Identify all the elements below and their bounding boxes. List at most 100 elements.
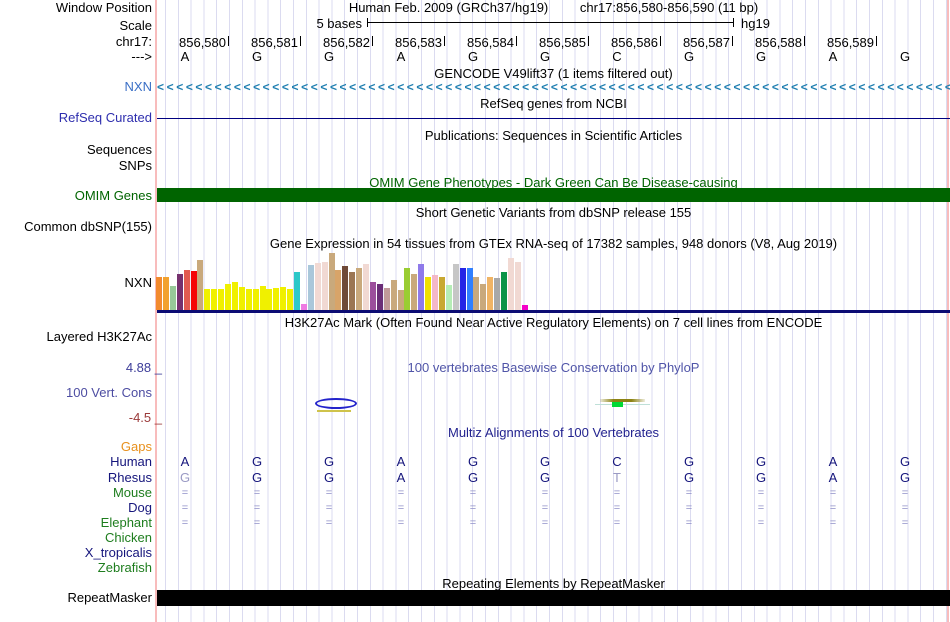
- alignment-base: G: [683, 470, 695, 485]
- gtex-expression-bar-chart[interactable]: [156, 253, 536, 310]
- gtex-tissue-bar: [404, 268, 411, 310]
- gtex-tissue-bar: [376, 284, 383, 310]
- track-label-omim-genes[interactable]: OMIM Genes: [75, 189, 152, 203]
- scale-bar-right-tick: [733, 18, 734, 27]
- gtex-tissue-bar: [452, 264, 459, 310]
- track-label-gtex-nxn[interactable]: NXN: [125, 276, 152, 290]
- alignment-base: A: [396, 454, 406, 469]
- assembly-title: Human Feb. 2009 (GRCh37/hg19): [348, 0, 549, 15]
- gtex-tissue-bar: [411, 274, 418, 310]
- gtex-tissue-bar: [335, 270, 342, 310]
- phylop-score-underline: [317, 410, 351, 412]
- alignment-gap-symbol: =: [253, 517, 261, 529]
- track-label-layered-h3k27ac[interactable]: Layered H3K27Ac: [46, 330, 152, 344]
- reference-base: A: [396, 49, 406, 64]
- coordinate-tick: [876, 36, 877, 46]
- gtex-tissue-bar: [356, 268, 363, 310]
- label-chrom: chr17:: [115, 34, 152, 49]
- dbsnp-track-title: Short Genetic Variants from dbSNP releas…: [415, 205, 692, 220]
- alignment-base: A: [396, 470, 406, 485]
- track-label-sequences[interactable]: Sequences: [87, 143, 152, 157]
- multiz-row-label-human[interactable]: Human: [110, 455, 152, 469]
- gtex-tissue-bar: [383, 288, 390, 310]
- multiz-row-label-gaps[interactable]: Gaps: [121, 440, 152, 454]
- gtex-tissue-bar: [169, 286, 176, 310]
- gtex-tissue-bar: [425, 277, 432, 310]
- repeatmasker-element-bar[interactable]: [157, 590, 950, 606]
- reference-base: G: [683, 49, 695, 64]
- gtex-tissue-bar: [494, 278, 501, 310]
- multiz-row-label-mouse[interactable]: Mouse: [113, 486, 152, 500]
- track-label-repeatmasker[interactable]: RepeatMasker: [67, 591, 152, 605]
- alignment-base: A: [180, 454, 190, 469]
- gtex-tissue-bar: [459, 268, 466, 310]
- alignment-base: G: [755, 454, 767, 469]
- track-label-refseq-curated[interactable]: RefSeq Curated: [59, 111, 152, 125]
- multiz-row-label-chicken[interactable]: Chicken: [105, 531, 152, 545]
- gtex-tissue-bar: [432, 275, 438, 310]
- phylop-negative-score-glyph[interactable]: [315, 398, 357, 409]
- alignment-gap-symbol: =: [829, 487, 837, 499]
- gtex-tissue-bar: [342, 266, 349, 310]
- phylop-min-value: -4.5 _: [128, 410, 162, 425]
- gtex-tissue-bar: [314, 263, 321, 310]
- omim-gene-bar[interactable]: [157, 188, 950, 202]
- alignment-base: G: [179, 470, 191, 485]
- position-title: chr17:856,580-856,590 (11 bp): [579, 0, 759, 15]
- coordinate-label: 856,584: [467, 35, 514, 50]
- gtex-tissue-bar: [287, 289, 294, 310]
- alignment-base: G: [539, 454, 551, 469]
- alignment-gap-symbol: =: [613, 502, 621, 514]
- alignment-gap-symbol: =: [325, 487, 333, 499]
- multiz-row-label-x-tropicalis[interactable]: X_tropicalis: [85, 546, 152, 560]
- alignment-base: G: [683, 454, 695, 469]
- coordinate-label: 856,588: [755, 35, 802, 50]
- multiz-row-label-zebrafish[interactable]: Zebrafish: [98, 561, 152, 575]
- gtex-tissue-bar: [176, 274, 183, 310]
- alignment-gap-symbol: =: [181, 502, 189, 514]
- multiz-row-label-elephant[interactable]: Elephant: [101, 516, 152, 530]
- gtex-tissue-bar: [445, 285, 452, 310]
- header-title: Human Feb. 2009 (GRCh37/hg19) chr17:856,…: [157, 1, 950, 15]
- alignment-base: G: [323, 470, 335, 485]
- gtex-tissue-bar: [328, 253, 335, 310]
- reference-base: G: [251, 49, 263, 64]
- multiz-row-label-rhesus[interactable]: Rhesus: [108, 471, 152, 485]
- track-label-gencode-nxn[interactable]: NXN: [125, 80, 152, 94]
- alignment-gap-symbol: =: [541, 502, 549, 514]
- refseq-curated-gene-line[interactable]: [157, 118, 950, 119]
- alignment-gap-symbol: =: [253, 502, 261, 514]
- track-label-100-vert-cons[interactable]: 100 Vert. Cons: [66, 386, 152, 400]
- alignment-base: G: [467, 454, 479, 469]
- gtex-tissue-bar: [211, 289, 218, 310]
- nxn-gene-strand-arrows[interactable]: <<<<<<<<<<<<<<<<<<<<<<<<<<<<<<<<<<<<<<<<…: [157, 80, 950, 94]
- gtex-tissue-bar: [245, 289, 252, 310]
- alignment-base: G: [323, 454, 335, 469]
- coordinate-label: 856,586: [611, 35, 658, 50]
- alignment-gap-symbol: =: [901, 517, 909, 529]
- label-scale: Scale: [119, 18, 152, 33]
- alignment-gap-symbol: =: [541, 517, 549, 529]
- scale-value: 5 bases: [316, 16, 362, 31]
- reference-base: A: [180, 49, 190, 64]
- track-label-common-dbsnp[interactable]: Common dbSNP(155): [24, 220, 152, 234]
- reference-base: G: [467, 49, 479, 64]
- gtex-tissue-bar: [190, 271, 197, 310]
- gtex-tissue-bar: [238, 287, 245, 310]
- gtex-tissue-bar: [307, 265, 314, 310]
- gtex-tissue-bar: [418, 264, 425, 310]
- phylop-track-title: 100 vertebrates Basewise Conservation by…: [407, 360, 700, 375]
- gencode-track-title: GENCODE V49lift37 (1 items filtered out): [434, 66, 673, 81]
- gtex-tissue-bar: [321, 262, 328, 310]
- alignment-gap-symbol: =: [829, 502, 837, 514]
- gtex-tissue-bar: [252, 289, 259, 310]
- track-label-snps[interactable]: SNPs: [119, 159, 152, 173]
- alignment-gap-symbol: =: [901, 502, 909, 514]
- scale-bar-left-tick: [367, 18, 368, 27]
- alignment-base: C: [612, 454, 622, 469]
- alignment-gap-symbol: =: [469, 502, 477, 514]
- alignment-gap-symbol: =: [397, 487, 405, 499]
- alignment-base: A: [828, 470, 838, 485]
- reference-base: G: [755, 49, 767, 64]
- reference-base: C: [612, 49, 622, 64]
